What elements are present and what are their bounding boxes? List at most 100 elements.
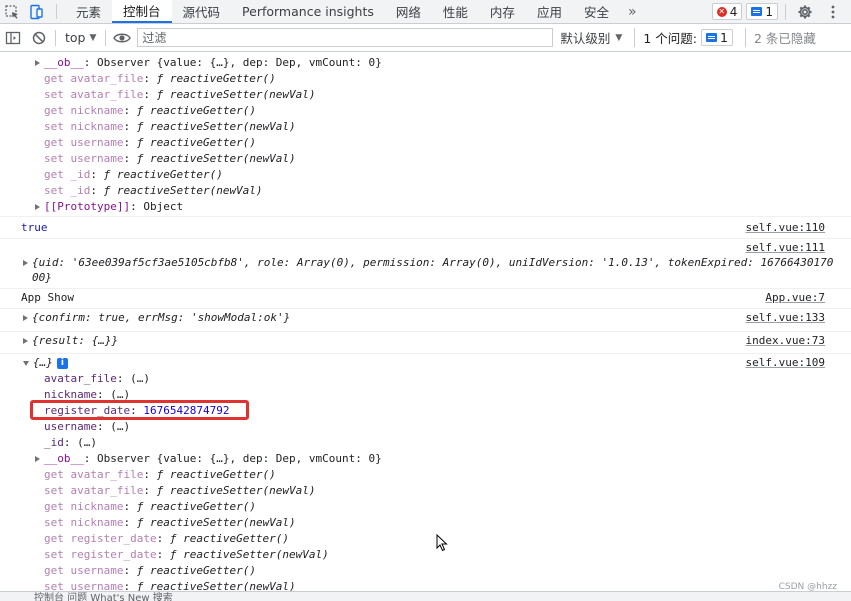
source-link-self-111[interactable]: self.vue:111 bbox=[746, 240, 825, 256]
property-separator: : bbox=[123, 152, 137, 165]
property-key: username bbox=[44, 420, 97, 433]
expand-arrow-icon[interactable] bbox=[23, 315, 28, 321]
tab-3[interactable]: Performance insights bbox=[231, 0, 385, 23]
property-row[interactable]: set username: ƒ reactiveSetter(newVal) bbox=[0, 579, 851, 591]
context-selector[interactable]: top ▼ bbox=[59, 30, 102, 45]
property-row[interactable]: get register_date: ƒ reactiveGetter() bbox=[0, 531, 851, 547]
property-value: ƒ reactiveGetter() bbox=[136, 500, 256, 513]
kebab-menu-icon[interactable] bbox=[821, 0, 845, 23]
console-output[interactable]: __ob__: Observer {value: {…}, dep: Dep, … bbox=[0, 52, 851, 591]
property-row[interactable]: __ob__: Observer {value: {…}, dep: Dep, … bbox=[0, 451, 851, 467]
console-message-confirm[interactable]: {confirm: true, errMsg: 'showModal:ok'} … bbox=[0, 310, 851, 326]
tabbar-right-divider bbox=[785, 3, 786, 20]
property-value: ƒ reactiveGetter() bbox=[156, 468, 276, 481]
property-row[interactable]: get avatar_file: ƒ reactiveGetter() bbox=[0, 467, 851, 483]
issues-button[interactable]: 1 个问题: 1 bbox=[634, 28, 733, 47]
source-link-self-110[interactable]: self.vue:110 bbox=[746, 220, 825, 236]
property-value: ƒ reactiveGetter() bbox=[136, 564, 256, 577]
log-levels-dropdown[interactable]: 默认级别 ▼ bbox=[560, 28, 622, 47]
inspect-element-icon[interactable] bbox=[0, 0, 24, 23]
property-row[interactable]: set nickname: ƒ reactiveSetter(newVal) bbox=[0, 119, 851, 135]
log-text: App Show bbox=[21, 291, 74, 304]
tab-0[interactable]: 元素 bbox=[65, 0, 112, 23]
property-row[interactable]: get avatar_file: ƒ reactiveGetter() bbox=[0, 71, 851, 87]
entry-divider bbox=[0, 308, 851, 309]
source-link-self-109[interactable]: self.vue:109 bbox=[746, 355, 825, 371]
console-message-object[interactable]: {…} i self.vue:109 bbox=[0, 355, 851, 371]
own-property-username[interactable]: username: (…) bbox=[0, 419, 851, 435]
property-row[interactable]: [[Prototype]]: Object bbox=[0, 199, 851, 215]
tab-6[interactable]: 内存 bbox=[479, 0, 526, 23]
sidebar-toggle-icon[interactable] bbox=[0, 25, 26, 51]
expand-arrow-icon[interactable] bbox=[23, 338, 28, 344]
gear-icon[interactable] bbox=[793, 0, 817, 23]
property-value: Observer {value: {…}, dep: Dep, vmCount:… bbox=[97, 56, 382, 69]
property-row[interactable]: set avatar_file: ƒ reactiveSetter(newVal… bbox=[0, 87, 851, 103]
property-key: get avatar_file bbox=[44, 72, 144, 85]
collapse-arrow-icon[interactable] bbox=[23, 360, 29, 366]
tab-1[interactable]: 控制台 bbox=[112, 0, 172, 23]
tabbar-status: ✕ 4 1 bbox=[711, 0, 851, 23]
console-message-result[interactable]: {result: {…}} index.vue:73 bbox=[0, 333, 851, 349]
property-value: ƒ reactiveSetter(newVal) bbox=[169, 548, 329, 561]
property-row[interactable]: set register_date: ƒ reactiveSetter(newV… bbox=[0, 547, 851, 563]
expand-arrow-icon[interactable] bbox=[35, 204, 40, 210]
source-link-index-73[interactable]: index.vue:73 bbox=[746, 333, 825, 349]
source-link-self-133[interactable]: self.vue:133 bbox=[746, 310, 825, 326]
tab-5[interactable]: 性能 bbox=[432, 0, 479, 23]
property-row[interactable]: get username: ƒ reactiveGetter() bbox=[0, 135, 851, 151]
property-value: (…) bbox=[110, 420, 131, 433]
property-row[interactable]: set username: ƒ reactiveSetter(newVal) bbox=[0, 151, 851, 167]
property-key: set nickname bbox=[44, 120, 124, 133]
message-count-badge[interactable]: 1 bbox=[746, 3, 778, 20]
property-value: Observer {value: {…}, dep: Dep, vmCount:… bbox=[97, 452, 382, 465]
property-value: ƒ reactiveGetter() bbox=[136, 136, 256, 149]
property-row[interactable]: __ob__: Observer {value: {…}, dep: Dep, … bbox=[0, 55, 851, 71]
uid-object-preview-wrap: 00} bbox=[32, 271, 52, 284]
console-message-uid[interactable]: {uid: '63ee039af5cf3ae5105cbfb8', role: … bbox=[0, 255, 851, 271]
property-separator: : bbox=[123, 120, 137, 133]
own-property--id[interactable]: _id: (…) bbox=[0, 435, 851, 451]
confirm-object-preview: {confirm: true, errMsg: 'showModal:ok'} bbox=[32, 311, 291, 324]
expand-arrow-icon[interactable] bbox=[35, 456, 40, 462]
property-row[interactable]: get nickname: ƒ reactiveGetter() bbox=[0, 103, 851, 119]
property-row[interactable]: set _id: ƒ reactiveSetter(newVal) bbox=[0, 183, 851, 199]
tab-8[interactable]: 安全 bbox=[573, 0, 620, 23]
property-row[interactable]: set nickname: ƒ reactiveSetter(newVal) bbox=[0, 515, 851, 531]
console-message-true: true self.vue:110 bbox=[0, 220, 851, 236]
property-row[interactable]: get _id: ƒ reactiveGetter() bbox=[0, 167, 851, 183]
error-count-badge[interactable]: ✕ 4 bbox=[711, 3, 743, 20]
property-value: ƒ reactiveGetter() bbox=[103, 168, 223, 181]
property-separator: : bbox=[90, 184, 104, 197]
property-row[interactable]: get nickname: ƒ reactiveGetter() bbox=[0, 499, 851, 515]
expand-arrow-icon[interactable] bbox=[35, 60, 40, 66]
entry-divider bbox=[0, 288, 851, 289]
more-tabs-icon[interactable]: » bbox=[620, 0, 645, 23]
own-property-avatar-file[interactable]: avatar_file: (…) bbox=[0, 371, 851, 387]
device-toolbar-icon[interactable] bbox=[24, 0, 48, 23]
tab-4[interactable]: 网络 bbox=[385, 0, 432, 23]
source-link-app-7[interactable]: App.vue:7 bbox=[765, 290, 825, 306]
property-value: ƒ reactiveSetter(newVal) bbox=[136, 516, 296, 529]
property-separator: : bbox=[143, 72, 157, 85]
property-separator: : bbox=[123, 516, 137, 529]
eye-icon[interactable] bbox=[109, 25, 135, 51]
property-row[interactable]: set avatar_file: ƒ reactiveSetter(newVal… bbox=[0, 483, 851, 499]
expand-arrow-icon[interactable] bbox=[23, 260, 28, 266]
register-date-highlight bbox=[30, 400, 249, 420]
property-value: (…) bbox=[130, 372, 150, 385]
property-row[interactable]: get username: ƒ reactiveGetter() bbox=[0, 563, 851, 579]
property-value: ƒ reactiveSetter(newVal) bbox=[103, 184, 263, 197]
info-icon[interactable]: i bbox=[56, 357, 68, 369]
property-key: get nickname bbox=[44, 500, 124, 513]
tab-7[interactable]: 应用 bbox=[526, 0, 573, 23]
property-separator: : bbox=[143, 484, 157, 497]
property-value: ƒ reactiveGetter() bbox=[169, 532, 290, 545]
tab-2[interactable]: 源代码 bbox=[172, 0, 232, 23]
filter-input[interactable]: 过滤 bbox=[137, 28, 554, 47]
drawer-tabs[interactable]: 控制台 问题 What's New 搜索 bbox=[0, 591, 851, 601]
issues-count: 1 bbox=[719, 30, 728, 45]
clear-console-icon[interactable] bbox=[26, 25, 52, 51]
property-key: get username bbox=[44, 136, 124, 149]
property-separator: : bbox=[123, 500, 137, 513]
